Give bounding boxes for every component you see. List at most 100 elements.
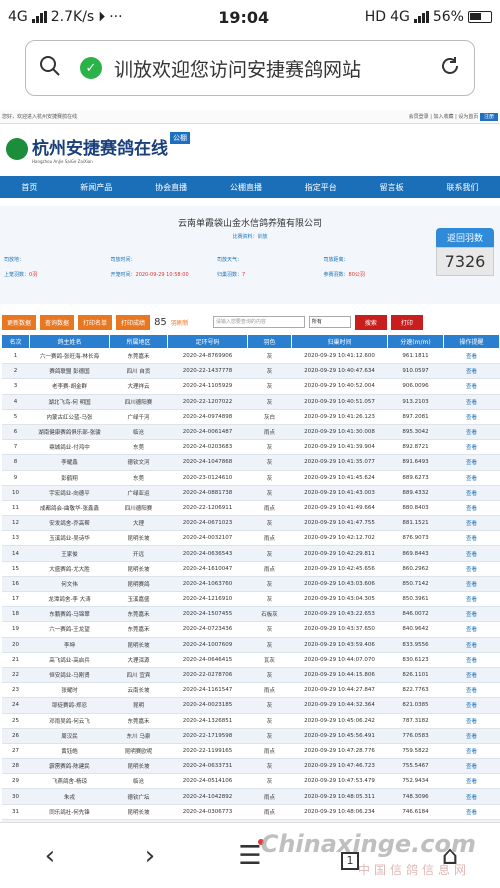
filter-select[interactable]: 所有 — [308, 316, 351, 328]
table-cell[interactable]: 查看 — [443, 667, 500, 684]
table-row[interactable]: 12 安发鸽舍-乔高帮 大理 2020-24-0671023 灰 2020-09-29 1… — [1, 515, 500, 532]
table-cell: 17 — [1, 591, 30, 608]
print-results-button[interactable]: 打印成绩 — [116, 314, 151, 330]
table-cell: 29 — [1, 773, 30, 790]
table-cell[interactable]: 查看 — [443, 576, 500, 593]
table-row[interactable]: 29 飞燕鸽舍-杨琼 临沧 2020-24-0514106 灰 2020-09-29 10… — [1, 773, 500, 790]
table-cell[interactable]: 查看 — [443, 788, 500, 805]
table-row[interactable]: 22 恒安鸽业-马刚贤 四川 宜宾 2020-22-0278706 灰 2020-09-2… — [1, 667, 500, 684]
table-cell[interactable]: 查看 — [443, 697, 500, 714]
signal-icon-2 — [413, 11, 429, 23]
table-row[interactable]: 27 黄钰皓 昆明赛欧呢 2020-22-1199165 雨点 2020-09-29 10… — [1, 743, 500, 760]
table-cell[interactable]: 查看 — [443, 545, 500, 562]
table-row[interactable]: 19 六一赛鸽-王龙望 东莞嘉禾 2020-24-0723436 灰 2020-09-29… — [1, 621, 500, 638]
table-cell[interactable]: 查看 — [443, 348, 500, 365]
table-row[interactable]: 24 耶徒赛鸽-郑忍 昆明 2020-24-0023185 灰 2020-09-29 10… — [1, 697, 500, 714]
table-row[interactable]: 3 老李赛-胡金群 大理祥云 2020-24-1105929 灰 2020-09-29 1… — [1, 378, 500, 395]
table-row[interactable]: 21 高飞鸽业-高启兵 大理洱源 2020-24-0646415 瓦灰 2020-09-2… — [1, 652, 500, 668]
table-cell[interactable]: 查看 — [443, 394, 500, 410]
table-cell[interactable]: 查看 — [443, 652, 500, 668]
table-row[interactable]: 25 邓雨吴鸽-何云飞 东莞嘉禾 2020-24-1326851 灰 2020-09-29… — [1, 713, 500, 729]
table-row[interactable]: 16 何文伟 昆明赛鸽 2020-24-1063760 灰 2020-09-29 10:4… — [1, 576, 500, 593]
table-cell[interactable]: 查看 — [443, 606, 500, 623]
table-cell: 2020-09-29 10:44:15.806 — [291, 667, 388, 684]
table-cell: 15 — [1, 561, 30, 577]
table-row[interactable]: 4 湖北飞鸟-何 明国 四川德阳赛 2020-22-1207022 灰 2020-09-2… — [1, 394, 500, 410]
table-row[interactable]: 26 周汉民 东川 马泉 2020-22-1719598 灰 2020-09-29 10:… — [1, 728, 500, 744]
nav-item[interactable]: 指定平台 — [305, 182, 337, 193]
table-row[interactable]: 13 玉溪鸽业-吴诗华 昆明长坡 2020-24-0032107 雨点 2020-09-2… — [1, 530, 500, 547]
table-row[interactable]: 20 李坤 昆明长坡 2020-24-1007609 灰 2020-09-29 10:43… — [1, 637, 500, 653]
table-cell[interactable]: 查看 — [443, 454, 500, 471]
table-row[interactable]: 5 内蒙古红公蓝-马张 广绿千河 2020-24-0974898 灰白 2020-09-2… — [1, 409, 500, 425]
refresh-countdown: 85 — [154, 316, 167, 328]
nav-item[interactable]: 协会直播 — [155, 182, 187, 193]
table-row[interactable]: 6 湖南健康赛鸽俱乐部-张骏 临沧 2020-24-0061487 雨点 2020-09-… — [1, 424, 500, 441]
table-cell[interactable]: 查看 — [443, 439, 500, 456]
table-cell[interactable]: 查看 — [443, 621, 500, 638]
table-cell[interactable]: 查看 — [443, 682, 500, 699]
table-cell: 老李赛-胡金群 — [29, 378, 110, 395]
table-cell[interactable]: 查看 — [443, 515, 500, 532]
nav-item[interactable]: 新闻产品 — [80, 182, 112, 193]
nav-item[interactable]: 公棚直播 — [230, 182, 262, 193]
table-cell: 高飞鸽业-高启兵 — [29, 652, 110, 668]
table-cell[interactable]: 查看 — [443, 500, 500, 517]
print-button[interactable]: 打印 — [390, 314, 423, 330]
table-cell[interactable]: 查看 — [443, 743, 500, 760]
table-cell[interactable]: 查看 — [443, 713, 500, 729]
top-links[interactable]: 会员登录 | 加入收藏 | 设为首页 — [409, 114, 479, 120]
table-row[interactable]: 23 张耀时 云南长坡 2020-24-1161547 雨点 2020-09-29 10:… — [1, 682, 500, 699]
forward-icon[interactable]: › — [130, 841, 170, 871]
table-cell: 2020-09-29 10:47:46.723 — [291, 758, 388, 775]
table-row[interactable]: 2 赛鸽联盟 彭德国 四川 自贡 2020-22-1437778 灰 2020-09-29… — [1, 363, 500, 380]
table-cell[interactable]: 查看 — [443, 409, 500, 425]
table-cell[interactable]: 查看 — [443, 591, 500, 608]
site-logo-title[interactable]: 杭州安捷赛鸽在线 — [32, 134, 168, 159]
nav-item[interactable]: 联系我们 — [446, 182, 478, 193]
table-cell: 东莞 — [109, 470, 168, 486]
table-cell[interactable]: 查看 — [443, 758, 500, 775]
address-bar[interactable]: ✓ 训放欢迎您访问安捷赛鸽网站 — [25, 40, 475, 96]
table-row[interactable]: 7 鼎城鸽业-付鸿中 东莞 2020-24-0203683 灰 2020-09-29 10… — [1, 439, 500, 456]
site-logo-icon[interactable] — [6, 138, 28, 160]
table-row[interactable]: 17 龙潭鸽舍-李 大涛 玉溪嘉盛 2020-24-1216910 灰 2020-09-2… — [1, 591, 500, 608]
table-row[interactable]: 14 王家俊 开远 2020-24-0636543 灰 2020-09-29 10:42:… — [1, 545, 500, 562]
nav-item[interactable]: 留言板 — [380, 182, 404, 193]
table-row[interactable]: 1 六一赛鸽-张旺海-林长海 东莞嘉禾 2020-24-8769906 灰 2020-09… — [1, 348, 500, 365]
refresh-icon[interactable] — [438, 54, 462, 82]
print-list-button[interactable]: 打印名单 — [78, 314, 113, 330]
table-row[interactable]: 9 彭鹤翔 东莞 2020-23-0124610 灰 2020-09-29 10:41:4… — [1, 470, 500, 486]
table-cell[interactable]: 查看 — [443, 637, 500, 653]
table-row[interactable]: 11 成都鸽会-曲敬华-张鑫鑫 四川德阳赛 2020-22-1206911 雨点 2020… — [1, 500, 500, 517]
search-icon[interactable] — [38, 54, 62, 82]
table-cell: 752.9434 — [387, 773, 444, 790]
table-row[interactable]: 30 朱戎 德钦广坛 2020-24-1042892 雨点 2020-09-29 10:4… — [1, 788, 500, 805]
table-row[interactable]: 28 霹雳赛鸽-陈建民 昆明长坡 2020-24-0633731 灰 2020-09-29… — [1, 758, 500, 775]
page-title[interactable]: 训放欢迎您访问安捷赛鸽网站 — [114, 55, 438, 82]
table-cell[interactable]: 查看 — [443, 728, 500, 744]
table-row[interactable]: 31 同乐鸽社-何先锋 昆明长坡 2020-24-0306773 雨点 2020-09-2… — [1, 804, 500, 820]
update-data-button[interactable]: 更新数据 — [2, 314, 37, 330]
table-cell: 东鹏赛鸽-马锦翠 — [29, 606, 110, 623]
table-cell[interactable]: 查看 — [443, 363, 500, 380]
query-data-button[interactable]: 查询数据 — [40, 314, 75, 330]
table-cell[interactable]: 查看 — [443, 530, 500, 547]
nav-item[interactable]: 首页 — [21, 182, 37, 193]
table-cell[interactable]: 查看 — [443, 773, 500, 790]
table-cell[interactable]: 查看 — [443, 378, 500, 395]
table-row[interactable]: 8 李耀鑫 德钦文河 2020-24-1047868 灰 2020-09-29 10:41… — [1, 454, 500, 471]
search-button[interactable]: 搜索 — [354, 314, 387, 330]
table-cell[interactable]: 查看 — [443, 485, 500, 501]
table-cell[interactable]: 查看 — [443, 561, 500, 577]
table-row[interactable]: 18 东鹏赛鸽-马锦翠 东莞嘉禾 2020-24-1507455 石板灰 2020-09-… — [1, 606, 500, 623]
table-cell[interactable]: 查看 — [443, 804, 500, 820]
table-cell: 2020-24-8769906 — [167, 348, 248, 365]
search-input[interactable]: 请输入您要查询的内容 — [212, 316, 305, 328]
register-button[interactable]: 注册 — [479, 113, 498, 121]
table-cell[interactable]: 查看 — [443, 470, 500, 486]
back-icon[interactable]: ‹ — [30, 841, 70, 871]
table-row[interactable]: 15 大盛赛鸽-尤大胜 昆明长坡 2020-24-1610047 雨点 2020-09-2… — [1, 561, 500, 577]
table-row[interactable]: 10 宇宏鸽业-向德平 广绿亚运 2020-24-0881738 灰 2020-09-29… — [1, 485, 500, 501]
table-cell[interactable]: 查看 — [443, 424, 500, 441]
